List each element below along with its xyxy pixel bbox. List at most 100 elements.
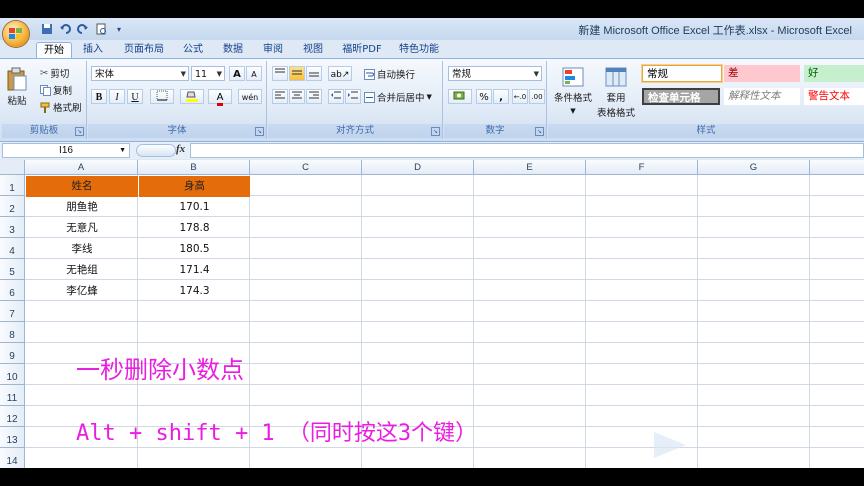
align-left-button[interactable] <box>272 89 288 104</box>
tab-view[interactable]: 视图 <box>296 42 330 58</box>
row-header-5[interactable]: 5 <box>0 259 25 280</box>
tab-insert[interactable]: 插入 <box>76 42 110 58</box>
office-button[interactable] <box>3 21 29 47</box>
alignment-launcher-icon[interactable]: ↘ <box>431 127 440 136</box>
italic-button[interactable]: I <box>109 89 125 104</box>
name-box[interactable]: I16 ▼ <box>2 143 130 158</box>
font-color-button[interactable]: A <box>208 89 232 106</box>
wrap-text-button[interactable]: 自动换行 <box>364 67 415 81</box>
comma-button[interactable]: , <box>493 89 509 104</box>
insert-function-icon[interactable]: fx <box>176 143 185 155</box>
redo-icon[interactable] <box>76 22 90 36</box>
column-header-b[interactable]: B <box>138 160 250 175</box>
decrease-indent-button[interactable] <box>328 89 344 104</box>
tab-home[interactable]: 开始 <box>36 42 72 59</box>
row-header-9[interactable]: 9 <box>0 343 25 364</box>
underline-button[interactable]: U <box>127 89 143 104</box>
top-align-button[interactable] <box>272 66 288 81</box>
align-center-button[interactable] <box>289 89 305 104</box>
table-cell[interactable]: 174.3 <box>139 281 250 302</box>
row-header-10[interactable]: 10 <box>0 364 25 385</box>
fill-color-button[interactable] <box>180 89 204 104</box>
column-header-c[interactable]: C <box>250 160 362 175</box>
style-warning[interactable]: 警告文本 <box>804 88 864 105</box>
tab-foxit-pdf[interactable]: 福昕PDF <box>338 42 386 58</box>
grow-font-button[interactable]: A <box>229 66 245 81</box>
table-cell[interactable]: 171.4 <box>139 260 250 281</box>
clipboard-launcher-icon[interactable]: ↘ <box>75 127 84 136</box>
column-header-e[interactable]: E <box>474 160 586 175</box>
table-cell[interactable]: 朋鱼艳 <box>26 197 138 218</box>
style-explanatory[interactable]: 解释性文本 <box>724 88 800 105</box>
customize-toolbar-icon[interactable]: ▾ <box>112 22 126 36</box>
currency-button[interactable] <box>448 89 472 104</box>
style-bad[interactable]: 差 <box>724 65 800 82</box>
quick-access-toolbar: ▾ <box>40 21 126 37</box>
middle-align-button[interactable] <box>289 66 305 81</box>
font-name-combo[interactable]: 宋体 ▼ <box>91 66 189 81</box>
increase-decimal-button[interactable]: ←.0 <box>512 89 528 104</box>
conditional-format-button[interactable]: 条件格式 ▼ <box>552 67 594 115</box>
table-header-name[interactable]: 姓名 <box>26 176 138 197</box>
font-launcher-icon[interactable]: ↘ <box>255 127 264 136</box>
table-cell[interactable]: 李线 <box>26 239 138 260</box>
table-cell[interactable]: 无艳组 <box>26 260 138 281</box>
undo-icon[interactable] <box>58 22 72 36</box>
phonetic-button[interactable]: wén <box>238 89 262 104</box>
table-cell[interactable]: 170.1 <box>139 197 250 218</box>
increase-indent-button[interactable] <box>345 89 361 104</box>
column-header-f[interactable]: F <box>586 160 698 175</box>
tab-data[interactable]: 数据 <box>216 42 250 58</box>
tab-review[interactable]: 审阅 <box>256 42 290 58</box>
shrink-font-button[interactable]: A <box>246 66 262 81</box>
style-check-cell[interactable]: 检查单元格 <box>642 88 720 105</box>
column-header-d[interactable]: D <box>362 160 474 175</box>
font-size-combo[interactable]: 11 ▼ <box>191 66 225 81</box>
table-header-height[interactable]: 身高 <box>139 176 250 197</box>
save-icon[interactable] <box>40 22 54 36</box>
row-header-12[interactable]: 12 <box>0 406 25 427</box>
table-cell[interactable]: 无意凡 <box>26 218 138 239</box>
row-header-1[interactable]: 1 <box>0 175 25 196</box>
number-format-combo[interactable]: 常规 ▼ <box>448 66 542 81</box>
row-header-7[interactable]: 7 <box>0 301 25 322</box>
row-header-4[interactable]: 4 <box>0 238 25 259</box>
orientation-button[interactable]: ab↗ <box>328 66 352 81</box>
row-header-11[interactable]: 11 <box>0 385 25 406</box>
bottom-align-button[interactable] <box>306 66 322 81</box>
decrease-decimal-button[interactable]: .00 <box>529 89 545 104</box>
column-header-a[interactable]: A <box>25 160 138 175</box>
row-header-14[interactable]: 14 <box>0 448 25 468</box>
row-header-3[interactable]: 3 <box>0 217 25 238</box>
tab-page-layout[interactable]: 页面布局 <box>118 42 170 58</box>
row-header-8[interactable]: 8 <box>0 322 25 343</box>
worksheet-grid[interactable]: A B C D E F G 1 2 3 4 5 6 7 8 9 10 11 12 13 14 姓名 身高 … <box>0 160 864 468</box>
paste-button[interactable]: 粘贴 <box>6 67 28 107</box>
style-normal[interactable]: 常规 <box>641 64 723 83</box>
table-cell[interactable]: 李亿蜂 <box>26 281 138 302</box>
cut-button[interactable]: ✂ 剪切 <box>40 66 69 81</box>
select-all-button[interactable] <box>0 160 25 175</box>
percent-button[interactable]: % <box>476 89 492 104</box>
column-header-g[interactable]: G <box>698 160 810 175</box>
align-right-button[interactable] <box>306 89 322 104</box>
tab-special-features[interactable]: 特色功能 <box>394 42 444 58</box>
table-cell[interactable]: 178.8 <box>139 218 250 239</box>
style-good[interactable]: 好 <box>804 65 864 82</box>
row-header-2[interactable]: 2 <box>0 196 25 217</box>
format-as-table-button[interactable]: 套用 表格格式 <box>596 67 636 119</box>
bold-button[interactable]: B <box>91 89 107 104</box>
copy-button[interactable]: 复制 <box>40 83 72 97</box>
column-header-h[interactable] <box>810 160 864 175</box>
merge-center-button[interactable]: 合并后居中 ▼ <box>364 90 432 104</box>
tab-formulas[interactable]: 公式 <box>176 42 210 58</box>
format-painter-button[interactable]: 格式刷 <box>40 100 82 114</box>
number-launcher-icon[interactable]: ↘ <box>535 127 544 136</box>
row-header-6[interactable]: 6 <box>0 280 25 301</box>
formula-input[interactable] <box>190 143 864 158</box>
borders-button[interactable] <box>150 89 174 104</box>
table-cell[interactable]: 180.5 <box>139 239 250 260</box>
overlay-shortcut: Alt + shift + 1 （同时按这3个键） <box>76 421 478 446</box>
row-header-13[interactable]: 13 <box>0 427 25 448</box>
print-preview-icon[interactable] <box>94 22 108 36</box>
